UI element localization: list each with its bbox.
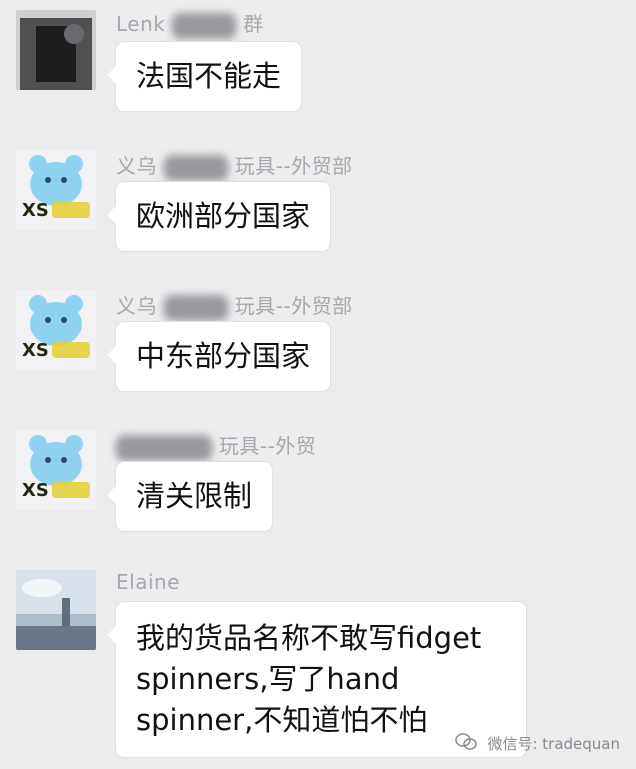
redacted-blur bbox=[163, 154, 228, 181]
logo-text: XS bbox=[22, 340, 49, 361]
blue-toy-avatar-icon: XS bbox=[16, 430, 96, 510]
sender-name-suffix: 玩具--外贸部 bbox=[234, 294, 353, 318]
redacted-blur bbox=[116, 434, 212, 461]
blue-toy-avatar-icon: XS bbox=[16, 150, 96, 230]
sender-name: 玩具--外贸 bbox=[116, 430, 316, 461]
watermark: 微信号: tradequan bbox=[454, 733, 620, 756]
avatar[interactable]: XS bbox=[16, 430, 96, 510]
sender-name-text: Lenk bbox=[116, 12, 166, 36]
blue-toy-avatar-icon: XS bbox=[16, 290, 96, 370]
sender-name-text: 义乌 bbox=[116, 294, 157, 318]
message-bubble[interactable]: 清关限制 bbox=[106, 462, 273, 531]
redacted-blur bbox=[172, 12, 237, 39]
sender-name: 义乌 玩具--外贸部 bbox=[116, 290, 353, 321]
sender-name: 义乌 玩具--外贸部 bbox=[116, 150, 353, 181]
logo-text: XS bbox=[22, 480, 49, 501]
sky-photo-avatar-icon bbox=[16, 570, 96, 650]
sender-name-suffix: 群 bbox=[243, 12, 264, 36]
sender-name: Lenk 群 bbox=[116, 8, 264, 39]
avatar[interactable]: XS bbox=[16, 290, 96, 370]
sender-name-suffix: 玩具--外贸 bbox=[218, 434, 317, 458]
redacted-blur bbox=[163, 294, 228, 321]
avatar[interactable] bbox=[16, 10, 96, 90]
sender-name-text: Elaine bbox=[116, 570, 180, 594]
message-bubble[interactable]: 法国不能走 bbox=[106, 42, 302, 111]
wechat-icon bbox=[454, 733, 477, 755]
message-bubble[interactable]: 欧洲部分国家 bbox=[106, 182, 331, 251]
sender-name: Elaine bbox=[116, 570, 180, 594]
sender-name-text: 义乌 bbox=[116, 154, 157, 178]
avatar[interactable] bbox=[16, 570, 96, 650]
chat-view: Lenk 群 法国不能走 XS 义乌 玩具--外贸部 欧洲部分国家 XS 义乌 … bbox=[0, 0, 636, 769]
logo-text: XS bbox=[22, 200, 49, 221]
watermark-text: 微信号: tradequan bbox=[487, 734, 620, 753]
avatar[interactable]: XS bbox=[16, 150, 96, 230]
message-bubble[interactable]: 中东部分国家 bbox=[106, 322, 331, 391]
dark-photo-avatar-icon bbox=[16, 10, 96, 90]
sender-name-suffix: 玩具--外贸部 bbox=[234, 154, 353, 178]
